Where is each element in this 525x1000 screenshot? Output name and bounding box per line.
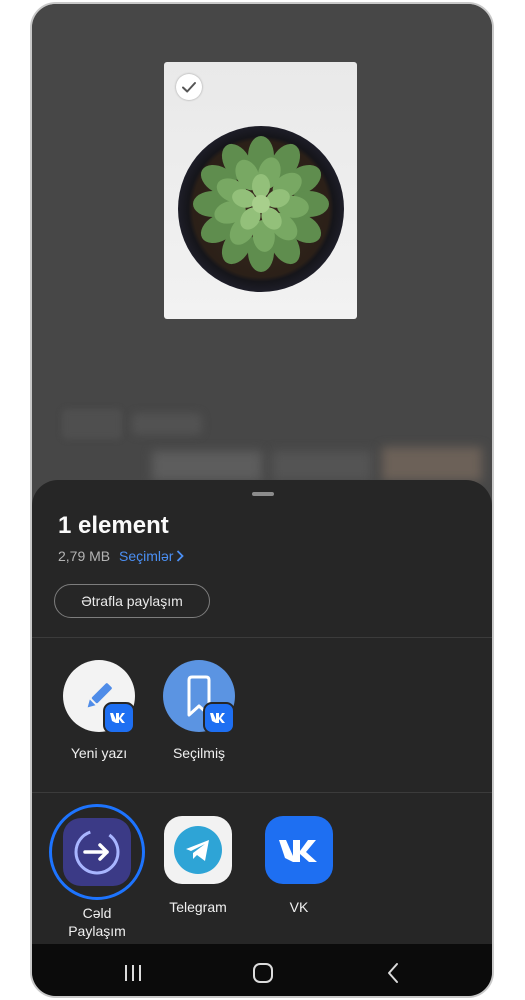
vk-badge-icon [103,702,135,734]
phone-frame: 1 element 2,79 MB Seçimlər Ətrafla payla… [30,2,494,998]
divider [32,792,492,793]
selected-photo-thumbnail[interactable] [164,62,357,319]
navigation-bar [32,944,492,996]
contact-label: Seçilmiş [172,745,226,761]
vk-icon [265,816,333,884]
home-icon[interactable] [248,958,278,988]
app-telegram[interactable]: Telegram [153,804,243,944]
back-icon[interactable] [378,958,408,988]
sheet-drag-handle[interactable] [252,492,274,496]
chevron-right-icon [177,550,185,562]
app-label-line2: Paylaşım [68,923,126,939]
selected-check-icon[interactable] [176,74,202,100]
divider [32,637,492,638]
app-label-line1: Cəld [82,905,112,921]
recent-apps-icon[interactable] [118,958,148,988]
quick-share-icon [63,818,131,886]
app-vk[interactable]: VK [254,804,344,944]
selections-link-label[interactable]: Seçimlər [119,548,173,564]
app-label: Telegram [169,899,227,915]
vk-badge-icon [203,702,235,734]
contact-saved[interactable]: Seçilmiş [154,660,244,770]
succulent-image [178,126,344,292]
contact-new-note[interactable]: Yeni yazı [54,660,144,770]
file-size-label: 2,79 MB [58,548,111,564]
share-more-button[interactable]: Ətrafla paylaşım [54,584,210,618]
contact-label: Yeni yazı [70,745,128,761]
app-label: VK [289,899,309,915]
gallery-background [32,4,492,484]
share-sheet: 1 element 2,79 MB Seçimlər Ətrafla payla… [32,480,492,950]
selections-link[interactable]: Seçimlər [119,548,185,564]
blurred-gallery-content [32,399,492,489]
selection-count-title: 1 element [58,512,169,539]
telegram-icon [164,816,232,884]
app-quick-share[interactable]: Cəld Paylaşım [49,804,145,944]
